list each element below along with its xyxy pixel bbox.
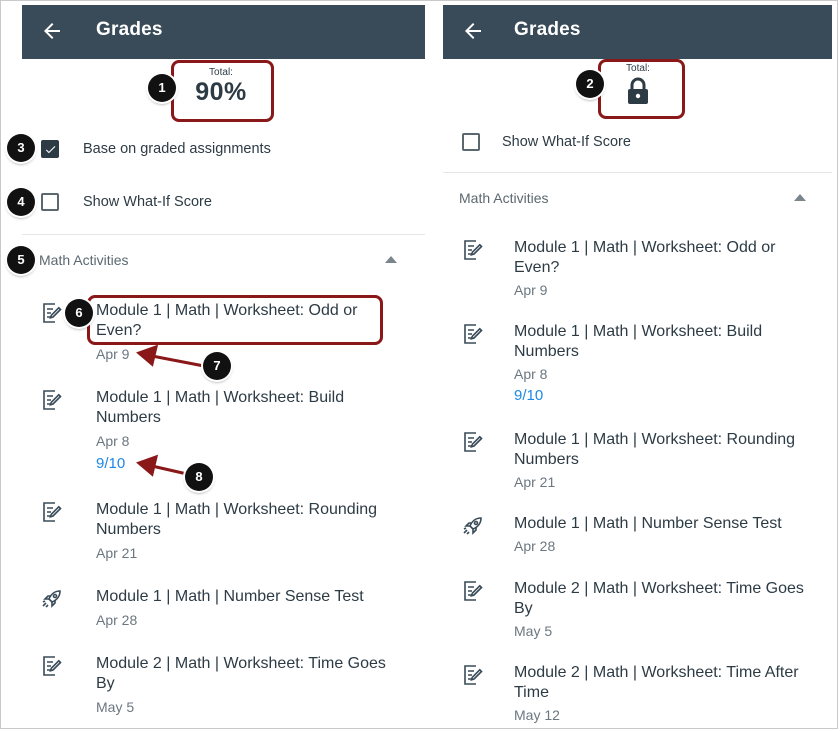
annotation-arrows — [136, 344, 205, 477]
callout-badge: 3 — [7, 134, 35, 162]
callout-badge: 4 — [7, 188, 35, 216]
arrow-7 — [151, 354, 205, 368]
callout-badge: 2 — [576, 70, 604, 98]
callout-badge: 1 — [148, 74, 176, 102]
callout-badge: 6 — [65, 299, 93, 327]
callout-badge: 8 — [185, 463, 213, 491]
callout-badge: 7 — [203, 352, 231, 380]
arrow-8 — [151, 464, 188, 476]
arrowhead-7 — [136, 344, 159, 367]
callout-badge: 5 — [7, 246, 35, 274]
arrowhead-8 — [136, 454, 159, 477]
